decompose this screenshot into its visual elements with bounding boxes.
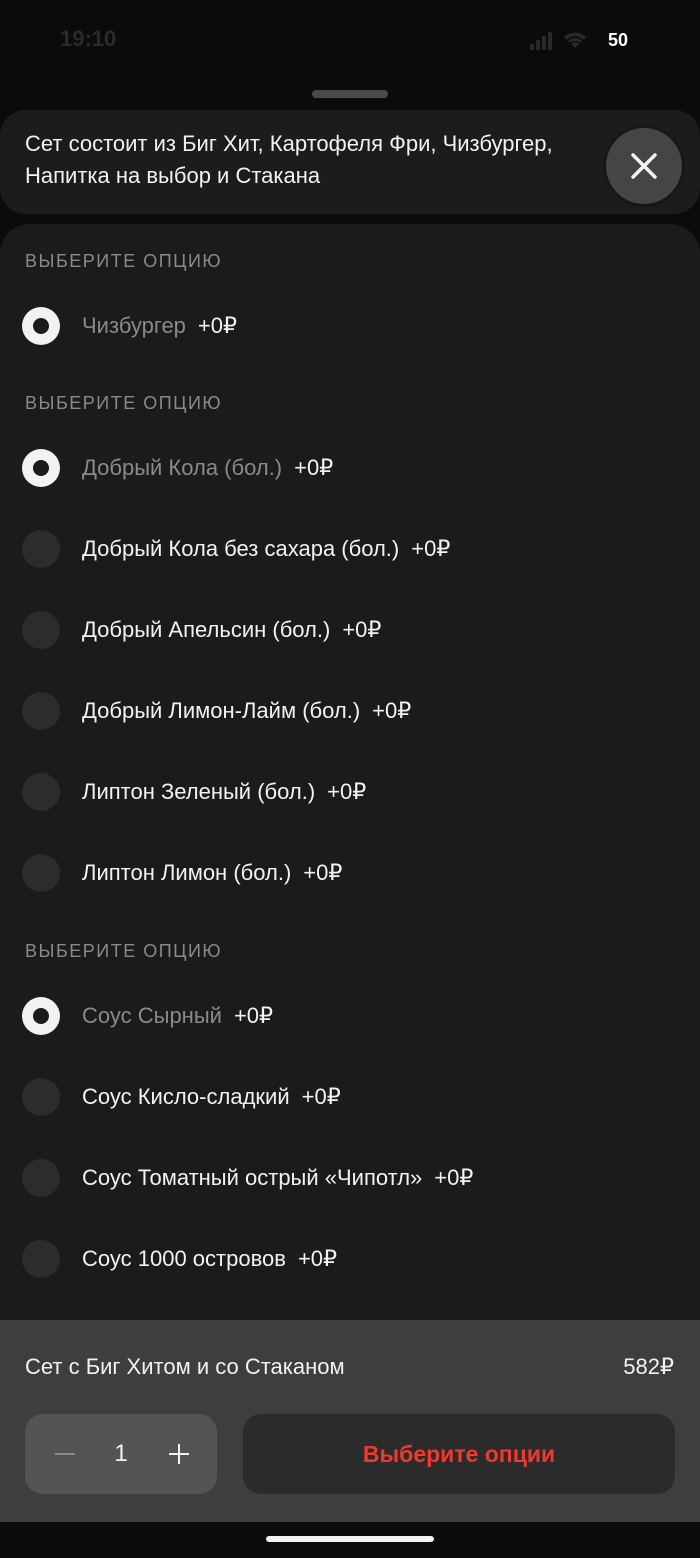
option-price: +0₽ <box>301 1084 341 1109</box>
radio-button[interactable] <box>22 1240 60 1278</box>
section-title-1: ВЫБЕРИТЕ ОПЦИЮ <box>25 251 223 271</box>
section-title-3: ВЫБЕРИТЕ ОПЦИЮ <box>25 941 223 961</box>
status-time: 19:10 <box>60 26 117 51</box>
option-name: Добрый Кола без сахара (бол.) <box>82 536 400 561</box>
option-row-sauce-chipotle[interactable]: Соус Томатный острый «Чипотл» +0₽ <box>0 1142 700 1214</box>
option-row-sauce-sweet-sour[interactable]: Соус Кисло-сладкий +0₽ <box>0 1061 700 1133</box>
option-row-dobry-lemon-lime[interactable]: Добрый Лимон-Лайм (бол.) +0₽ <box>0 675 700 747</box>
radio-button-selected[interactable] <box>22 307 60 345</box>
option-name: Липтон Лимон (бол.) <box>82 860 292 885</box>
option-label: Соус 1000 островов +0₽ <box>82 1246 337 1272</box>
option-price: +0₽ <box>372 698 412 723</box>
option-name: Липтон Зеленый (бол.) <box>82 779 316 804</box>
option-name: Соус Кисло-сладкий <box>82 1084 290 1109</box>
option-label: Соус Сырный +0₽ <box>82 1003 273 1029</box>
option-row-dobry-orange[interactable]: Добрый Апельсин (бол.) +0₽ <box>0 594 700 666</box>
set-description-line-1: Сет состоит из Биг Хит, Картофеля Фри, Ч… <box>25 131 553 156</box>
option-price: +0₽ <box>342 617 382 642</box>
option-price: +0₽ <box>303 860 343 885</box>
option-label: Добрый Лимон-Лайм (бол.) +0₽ <box>82 698 411 724</box>
radio-button[interactable] <box>22 1078 60 1116</box>
option-name: Добрый Апельсин (бол.) <box>82 617 331 642</box>
radio-button[interactable] <box>22 530 60 568</box>
option-row-sauce-thousand-island[interactable]: Соус 1000 островов +0₽ <box>0 1223 700 1295</box>
radio-button[interactable] <box>22 1159 60 1197</box>
option-label: Соус Кисло-сладкий +0₽ <box>82 1084 341 1110</box>
signal-icon <box>530 30 552 50</box>
option-label: Липтон Лимон (бол.) +0₽ <box>82 860 342 886</box>
quantity-stepper: 1 <box>25 1414 217 1494</box>
option-row-dobry-cola-zero[interactable]: Добрый Кола без сахара (бол.) +0₽ <box>0 513 700 585</box>
option-row-cheeseburger[interactable]: Чизбургер +0₽ <box>0 290 700 362</box>
option-name: Добрый Лимон-Лайм (бол.) <box>82 698 361 723</box>
wifi-icon <box>564 32 586 48</box>
option-label: Добрый Кола (бол.) +0₽ <box>82 455 333 481</box>
option-label: Добрый Апельсин (бол.) +0₽ <box>82 617 381 643</box>
product-price: 582₽ <box>623 1354 674 1379</box>
order-footer: Сет с Биг Хитом и со Стаканом 582₽ 1 Выб… <box>0 1320 700 1522</box>
option-name: Добрый Кола (бол.) <box>82 455 283 480</box>
radio-button[interactable] <box>22 854 60 892</box>
option-name: Чизбургер <box>82 313 186 338</box>
option-name: Соус Томатный острый «Чипотл» <box>82 1165 423 1190</box>
radio-button[interactable] <box>22 692 60 730</box>
option-row-lipton-lemon[interactable]: Липтон Лимон (бол.) +0₽ <box>0 837 700 909</box>
choose-options-button[interactable]: Выберите опции <box>243 1414 675 1494</box>
option-label: Чизбургер +0₽ <box>82 313 237 339</box>
battery-indicator: 50 <box>598 26 638 54</box>
radio-button-selected[interactable] <box>22 449 60 487</box>
radio-button[interactable] <box>22 611 60 649</box>
option-label: Соус Томатный острый «Чипотл» +0₽ <box>82 1165 473 1191</box>
option-name: Соус Сырный <box>82 1003 222 1028</box>
sheet-drag-handle[interactable] <box>312 90 388 98</box>
close-icon <box>631 153 657 179</box>
set-description-card: Сет состоит из Биг Хит, Картофеля Фри, Ч… <box>0 110 700 214</box>
home-indicator[interactable] <box>266 1536 434 1542</box>
option-price: +0₽ <box>297 1246 338 1271</box>
status-icons: 50 <box>530 26 638 54</box>
option-row-lipton-green[interactable]: Липтон Зеленый (бол.) +0₽ <box>0 756 700 828</box>
option-label: Липтон Зеленый (бол.) +0₽ <box>82 779 366 805</box>
product-title: Сет с Биг Хитом и со Стаканом <box>25 1354 345 1379</box>
option-price: +0₽ <box>294 455 334 480</box>
radio-button-selected[interactable] <box>22 997 60 1035</box>
plus-icon[interactable] <box>165 1440 193 1468</box>
option-row-sauce-cheese[interactable]: Соус Сырный +0₽ <box>0 980 700 1052</box>
close-button[interactable] <box>606 128 682 204</box>
status-bar: 19:10 50 <box>0 0 700 80</box>
option-name: Соус 1000 островов <box>82 1246 286 1271</box>
option-price: +0₽ <box>411 536 451 561</box>
option-row-dobry-cola[interactable]: Добрый Кола (бол.) +0₽ <box>0 432 700 504</box>
option-label: Добрый Кола без сахара (бол.) +0₽ <box>82 536 450 562</box>
option-price: +0₽ <box>197 313 238 338</box>
option-price: +0₽ <box>233 1003 274 1028</box>
set-description-line-2: Напитка на выбор и Стакана <box>25 163 321 188</box>
section-title-2: ВЫБЕРИТЕ ОПЦИЮ <box>25 393 223 413</box>
radio-button[interactable] <box>22 773 60 811</box>
options-panel: ВЫБЕРИТЕ ОПЦИЮ Чизбургер +0₽ ВЫБЕРИТЕ ОПЦ… <box>0 224 700 1324</box>
option-price: +0₽ <box>434 1165 474 1190</box>
option-price: +0₽ <box>327 779 367 804</box>
set-description: Сет состоит из Биг Хит, Картофеля Фри, Ч… <box>25 128 645 192</box>
